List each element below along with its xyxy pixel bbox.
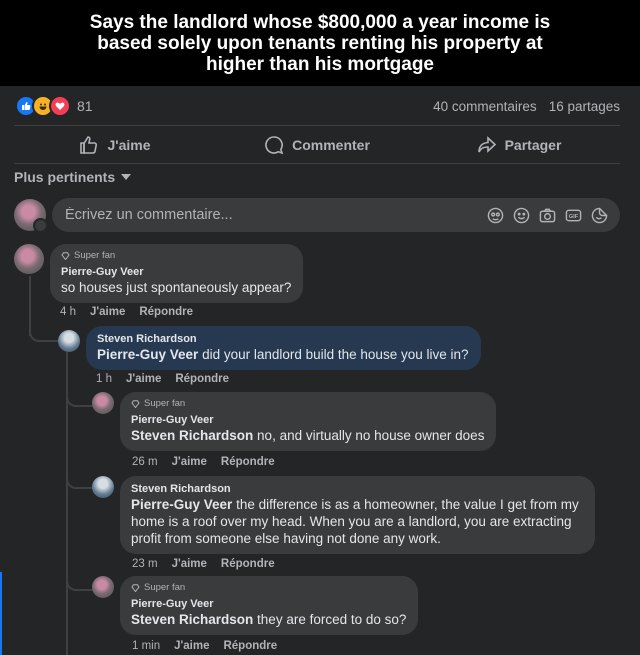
post-image[interactable]: Says the landlord whose $800,000 a year … (0, 0, 640, 86)
comment-text: so houses just spontaneously appear? (61, 280, 292, 295)
comment-sort-dropdown[interactable]: Plus pertinents (14, 169, 132, 185)
comment-mention[interactable]: Steven Richardson (131, 428, 253, 443)
share-button-label: Partager (504, 137, 562, 153)
comment-author[interactable]: Steven Richardson (131, 482, 583, 496)
comment-like-button[interactable]: J'aime (90, 306, 125, 318)
comment-author[interactable]: Steven Richardson (97, 332, 469, 346)
comment-reply-button[interactable]: Répondre (139, 306, 193, 318)
comment-like-button[interactable]: J'aime (172, 558, 207, 570)
comment-meta: 1 h J'aime Répondre (96, 373, 229, 385)
like-button[interactable]: J'aime (14, 132, 216, 158)
gif-icon[interactable]: GIF (564, 206, 582, 224)
comment-input[interactable] (63, 206, 486, 224)
comment-text: Steven Richardson they are forced to do … (131, 612, 407, 627)
love-icon (49, 95, 71, 117)
thread-branch (66, 385, 93, 407)
post-actions: J'aime Commenter Partager (14, 132, 620, 158)
chevron-down-icon (121, 174, 132, 180)
diamond-icon (61, 251, 70, 260)
comment-bubble: Super fan Pierre-Guy Veer Steven Richard… (120, 576, 419, 635)
super-fan-badge: Super fan (131, 582, 406, 593)
post-stats: 81 40 commentaires 16 partages (15, 95, 620, 117)
avatar[interactable] (92, 576, 114, 598)
comment-text: Steven Richardson no, and virtually no h… (131, 428, 485, 443)
comment-meta: 1 min J'aime Répondre (132, 640, 277, 652)
comment: Steven Richardson Pierre-Guy Veer the di… (92, 476, 595, 554)
comment-meta: 23 m J'aime Répondre (132, 558, 275, 570)
comment-like-button[interactable]: J'aime (174, 640, 209, 652)
comment-bubble: Super fan Pierre-Guy Veer Steven Richard… (120, 392, 497, 451)
thumbs-up-icon (80, 136, 98, 154)
divider (14, 125, 620, 126)
comment-sort-label: Plus pertinents (14, 169, 116, 185)
comment-mention[interactable]: Steven Richardson (131, 612, 253, 627)
diamond-icon (131, 399, 140, 408)
share-arrow-icon (477, 136, 496, 153)
reactions-summary[interactable]: 81 (15, 95, 93, 117)
shares-count-link[interactable]: 16 partages (549, 99, 620, 114)
super-fan-badge: Super fan (61, 250, 291, 261)
comment-time[interactable]: 4 h (60, 306, 76, 318)
avatar[interactable] (14, 199, 48, 233)
comment-reply-button[interactable]: Répondre (175, 373, 229, 385)
comment-input-wrapper: GIF (52, 198, 620, 232)
comment-time[interactable]: 1 min (132, 640, 160, 652)
comment-reply-button[interactable]: Répondre (223, 640, 277, 652)
super-fan-badge: Super fan (131, 398, 484, 409)
comment: Super fan Pierre-Guy Veer Steven Richard… (92, 392, 497, 451)
comment-time[interactable]: 1 h (96, 373, 112, 385)
share-button[interactable]: Partager (418, 132, 620, 158)
comment-meta: 4 h J'aime Répondre (60, 306, 193, 318)
comment-reply-button[interactable]: Répondre (221, 456, 275, 468)
avatar[interactable] (14, 244, 44, 274)
thread-branch (66, 570, 93, 591)
speech-bubble-icon (265, 136, 284, 155)
comment-mention[interactable]: Pierre-Guy Veer (97, 347, 198, 362)
post-image-caption: Says the landlord whose $800,000 a year … (89, 11, 551, 75)
focus-indicator (0, 572, 2, 655)
comment: Super fan Pierre-Guy Veer Steven Richard… (92, 576, 419, 635)
comment-text: Pierre-Guy Veer the difference is as a h… (131, 497, 579, 546)
emoji-icon[interactable] (512, 206, 530, 224)
divider (14, 163, 620, 164)
svg-text:GIF: GIF (568, 213, 578, 219)
comment-meta: 26 m J'aime Répondre (132, 456, 275, 468)
comment-composer: GIF (14, 198, 620, 233)
comment-time[interactable]: 23 m (132, 558, 158, 570)
comment-like-button[interactable]: J'aime (126, 373, 161, 385)
comment-mention[interactable]: Pierre-Guy Veer (131, 497, 232, 512)
comment-bubble: Steven Richardson Pierre-Guy Veer the di… (120, 476, 595, 554)
comment-button[interactable]: Commenter (216, 132, 418, 158)
thread-branch (66, 468, 93, 489)
comment-bubble-highlighted: Steven Richardson Pierre-Guy Veer did yo… (86, 326, 481, 370)
camera-icon[interactable] (538, 206, 556, 224)
thread-branch (29, 320, 59, 342)
avatar[interactable] (92, 392, 114, 414)
avatar[interactable] (58, 330, 80, 352)
sticker-avatar-icon[interactable] (486, 206, 504, 224)
reactions-count: 81 (77, 98, 93, 114)
avatar-menu-chevron-icon[interactable] (33, 218, 48, 233)
like-button-label: J'aime (107, 137, 151, 153)
comment: Steven Richardson Pierre-Guy Veer did yo… (58, 326, 481, 370)
comment-like-button[interactable]: J'aime (172, 456, 207, 468)
comment-reply-button[interactable]: Répondre (221, 558, 275, 570)
comment-bubble: Super fan Pierre-Guy Veer so houses just… (50, 244, 304, 303)
avatar[interactable] (92, 476, 114, 498)
diamond-icon (131, 583, 140, 592)
comment-time[interactable]: 26 m (132, 456, 158, 468)
sticker-icon[interactable] (590, 206, 608, 224)
comment-author[interactable]: Pierre-Guy Veer (131, 597, 406, 611)
comment: Super fan Pierre-Guy Veer so houses just… (14, 244, 304, 303)
comment-author[interactable]: Pierre-Guy Veer (61, 265, 291, 279)
comments-count-link[interactable]: 40 commentaires (433, 99, 537, 114)
comment-text: Pierre-Guy Veer did your landlord build … (97, 347, 469, 362)
comment-button-label: Commenter (292, 137, 370, 153)
comment-author[interactable]: Pierre-Guy Veer (131, 413, 484, 427)
